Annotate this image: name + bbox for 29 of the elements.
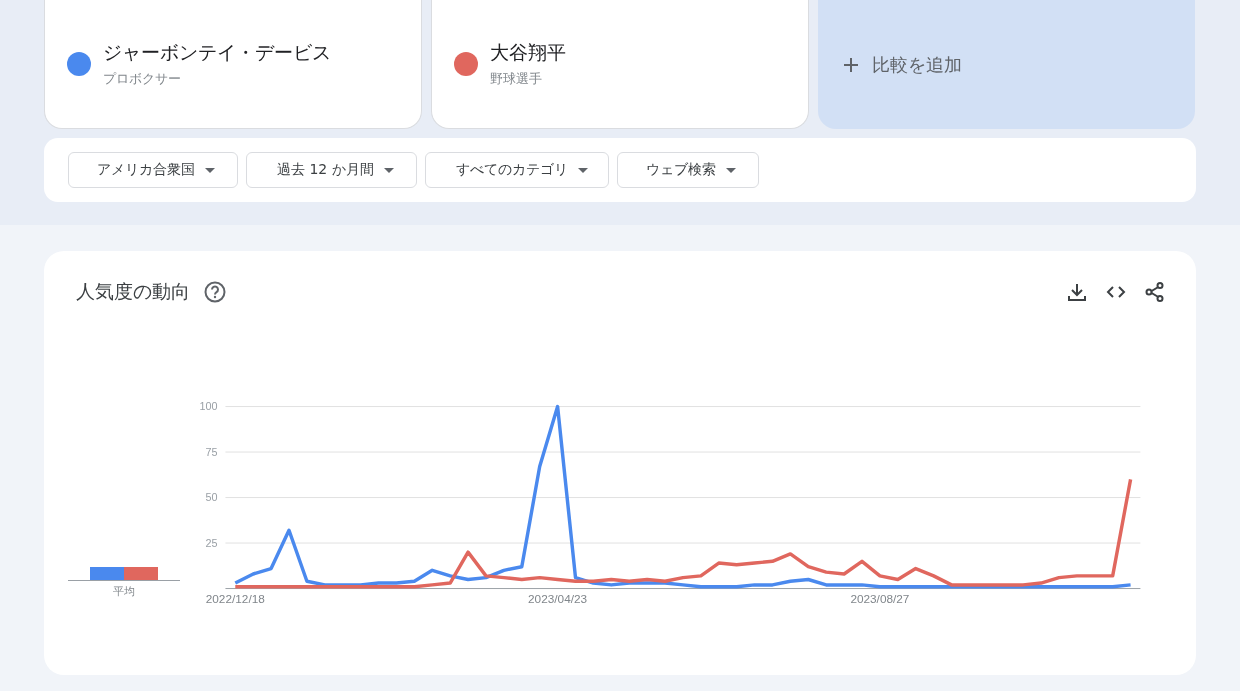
average-label: 平均 [113,584,135,599]
filter-dropdown[interactable]: ウェブ検索 [616,152,759,188]
search-term-card[interactable]: 大谷翔平 野球選手 [431,0,809,129]
card-title: 人気度の動向 [76,279,190,304]
share-icon[interactable] [1144,281,1166,303]
y-tick-label: 25 [205,537,218,549]
download-icon[interactable] [1066,281,1088,303]
filter-dropdown[interactable]: すべてのカテゴリ [424,152,609,188]
filter-dropdown[interactable]: アメリカ合衆国 [68,152,238,188]
y-tick-label: 75 [205,445,218,458]
filter-dropdown[interactable]: 過去 12 か月間 [246,152,417,188]
term-name: ジャーボンテイ・デービス [103,40,331,65]
term-name: 大谷翔平 [490,40,566,65]
dropdown-caret-icon [205,167,215,173]
term-category: 野球選手 [490,70,543,88]
search-term-card[interactable]: ジャーボンテイ・デービス プロボクサー [44,0,422,129]
term-category: プロボクサー [103,70,182,88]
y-tick-label: 50 [205,491,218,504]
y-tick-label: 100 [199,400,218,413]
dropdown-caret-icon [725,167,736,173]
dropdown-caret-icon [383,167,394,173]
dropdown-caret-icon [577,167,588,173]
x-tick-label: 2023/04/23 [528,592,588,607]
x-tick-label: 2022/12/18 [205,592,265,607]
help-icon[interactable] [204,281,226,303]
plus-icon [844,57,858,72]
average-bar-drawing [90,567,158,580]
add-comparison-button[interactable]: 比較を追加 [818,0,1195,129]
x-tick-label: 2023/08/27 [850,592,910,607]
